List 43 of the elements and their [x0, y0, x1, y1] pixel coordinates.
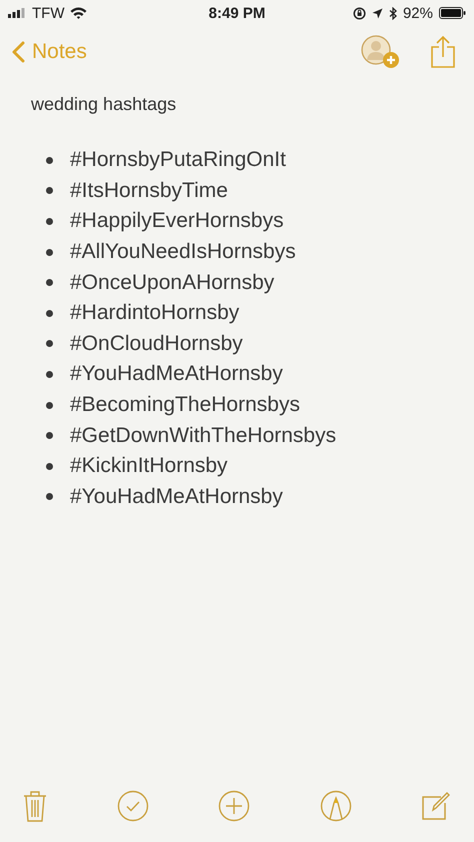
share-icon[interactable] [430, 35, 456, 69]
hashtag-text: #ItsHornsbyTime [70, 178, 228, 203]
carrier-name: TFW [32, 4, 64, 22]
bluetooth-icon [388, 6, 397, 20]
hashtag-text: #GetDownWithTheHornsbys [70, 424, 336, 448]
back-button[interactable]: Notes [12, 40, 87, 64]
checkmark-icon[interactable] [116, 790, 148, 822]
hashtag-text: #KickinItHornsby [70, 454, 228, 478]
bullet-icon [46, 462, 53, 470]
trash-icon[interactable] [23, 790, 47, 822]
battery-icon [439, 7, 466, 19]
markup-pen-icon[interactable] [320, 790, 352, 822]
hashtag-text: #OnceUponAHornsby [70, 270, 274, 295]
wifi-icon [70, 7, 88, 19]
bullet-icon [46, 432, 53, 440]
bullet-icon [46, 156, 53, 164]
bullet-icon [46, 248, 53, 256]
add-person-icon[interactable] [360, 34, 402, 70]
hashtag-text: #YouHadMeAtHornsby [70, 362, 283, 386]
hashtag-text: #HappilyEverHornsbys [70, 209, 284, 234]
hashtag-text: #HardintoHornsby [70, 301, 240, 326]
hashtag-text: #BecomingTheHornsbys [70, 393, 300, 418]
orientation-lock-icon [352, 6, 366, 20]
bullet-icon [46, 370, 53, 378]
bullet-icon [46, 402, 53, 409]
bullet-icon [46, 340, 53, 348]
add-icon[interactable] [218, 790, 250, 822]
signal-icon [8, 8, 26, 18]
hashtag-text: #OnCloudHornsby [70, 332, 243, 356]
hashtag-text: #AllYouNeedIsHornsbys [70, 240, 296, 264]
bullet-icon [46, 493, 53, 500]
bullet-icon [46, 187, 53, 194]
location-icon [372, 8, 383, 18]
hashtag-text: #HornsbyPutaRingOnIt [70, 148, 286, 172]
compose-icon[interactable] [421, 791, 451, 821]
back-chevron-icon[interactable] [12, 41, 25, 63]
hashtag-text: #YouHadMeAtHornsby [70, 484, 283, 509]
bullet-icon [46, 310, 53, 317]
battery-percent: 92% [402, 4, 433, 22]
bullet-icon [46, 218, 53, 225]
clock-time: 8:49 PM [208, 4, 266, 22]
bullet-icon [46, 279, 53, 286]
note-title: wedding hashtags [31, 94, 178, 115]
